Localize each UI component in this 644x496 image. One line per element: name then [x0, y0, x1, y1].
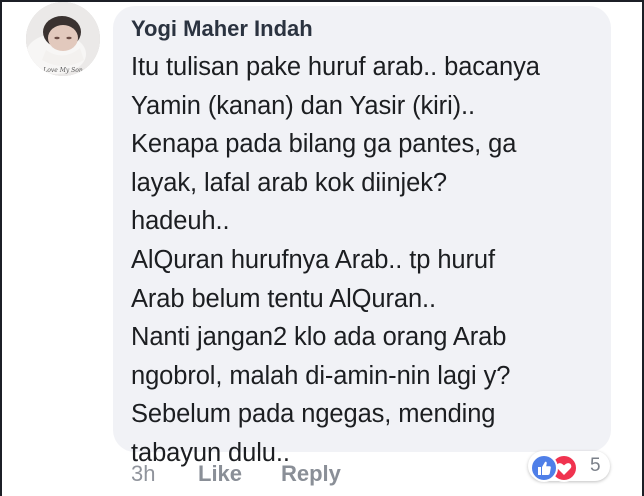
- reaction-count: 5: [590, 455, 601, 476]
- avatar-caption: Love My Son: [42, 67, 83, 74]
- baby-photo-icon: Love My Son: [26, 2, 100, 76]
- like-icon: [530, 454, 558, 482]
- avatar[interactable]: Love My Son: [26, 2, 100, 76]
- author-name[interactable]: Yogi Maher Indah: [131, 16, 313, 42]
- reactions-summary[interactable]: 5: [528, 451, 610, 482]
- comment-bubble: Yogi Maher Indah Itu tulisan pake huruf …: [113, 6, 611, 467]
- comment-text: Itu tulisan pake huruf arab.. bacanya Ya…: [131, 53, 540, 467]
- timestamp[interactable]: 3h: [131, 460, 155, 488]
- reply-button[interactable]: Reply: [281, 460, 341, 488]
- like-button[interactable]: Like: [198, 460, 242, 488]
